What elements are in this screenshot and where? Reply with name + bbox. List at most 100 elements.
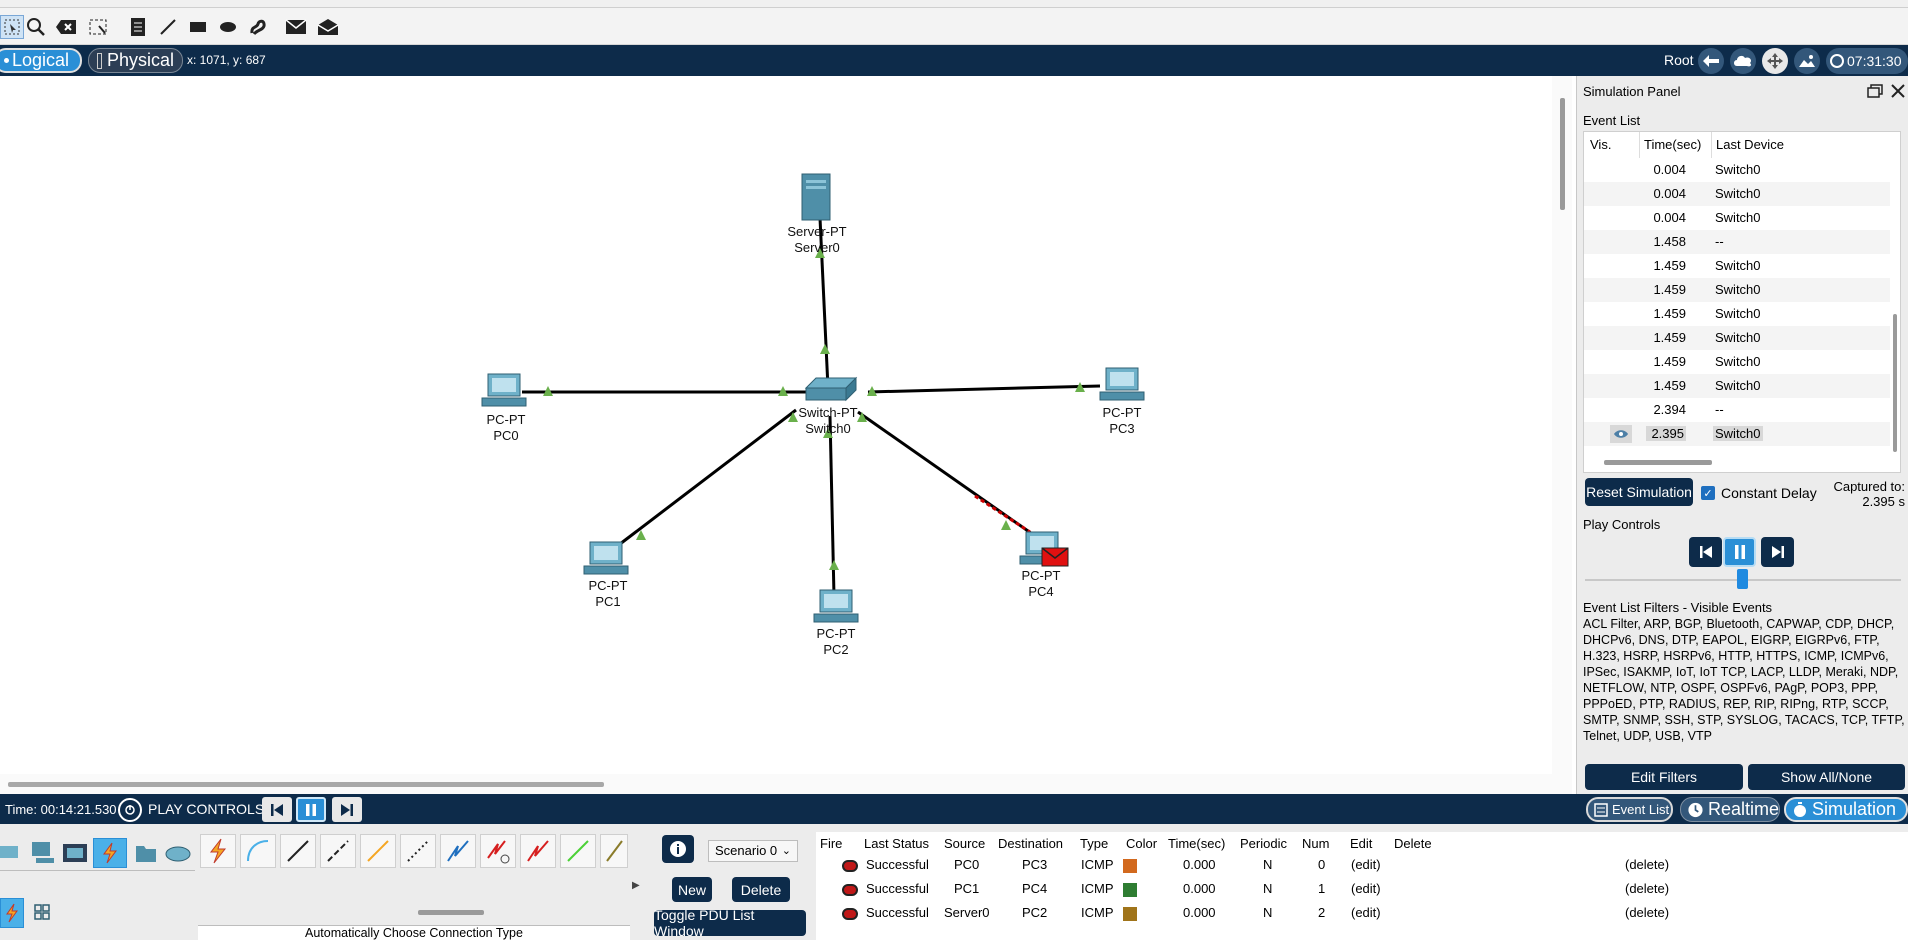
toggle-pdu-list-button[interactable]: Toggle PDU List Window: [654, 907, 806, 939]
column-header-last-device[interactable]: Last Device: [1712, 132, 1890, 158]
scroll-thumb[interactable]: [8, 782, 604, 787]
pdu-edit-link[interactable]: (edit): [1351, 881, 1381, 896]
fiber-cable-icon[interactable]: [360, 834, 396, 868]
console-cable-icon[interactable]: [240, 834, 276, 868]
tab-simulation[interactable]: Simulation: [1784, 797, 1908, 822]
pc0-icon[interactable]: [481, 373, 527, 407]
edit-filters-button[interactable]: Edit Filters: [1585, 764, 1743, 790]
pdu-envelope-icon[interactable]: [1041, 547, 1069, 567]
freeform-icon[interactable]: [246, 15, 270, 39]
scenario-dropdown[interactable]: Scenario 0 ⌄: [708, 840, 798, 862]
workspace-horizontal-scrollbar[interactable]: [0, 774, 1572, 794]
connection-types-scrollbar[interactable]: [418, 910, 484, 915]
event-row[interactable]: 0.004 Switch0: [1584, 206, 1890, 230]
forward-step-button[interactable]: [332, 797, 362, 822]
new-scenario-button[interactable]: New: [672, 877, 712, 902]
pdu-row[interactable]: Successful PC0 PC3 ICMP 0.000 N 0 (edit)…: [816, 854, 1908, 878]
scroll-thumb[interactable]: [1893, 314, 1897, 452]
delete-tool-icon[interactable]: [54, 15, 78, 39]
pause-button[interactable]: [1723, 537, 1756, 567]
pause-button[interactable]: [296, 797, 326, 822]
network-devices-icon[interactable]: [0, 842, 22, 865]
coaxial-cable-icon[interactable]: [440, 834, 476, 868]
event-row[interactable]: 1.459 Switch0: [1584, 374, 1890, 398]
workspace-vertical-scrollbar[interactable]: [1552, 76, 1572, 774]
cluster-cloud-icon[interactable]: [1730, 48, 1756, 74]
undock-icon[interactable]: [1867, 84, 1883, 101]
event-row[interactable]: 1.459 Switch0: [1584, 254, 1890, 278]
add-simple-pdu-icon[interactable]: [284, 15, 308, 39]
event-row[interactable]: 2.394 --: [1584, 398, 1890, 422]
fire-pdu-icon[interactable]: [842, 908, 858, 920]
multiuser-cloud-icon[interactable]: [164, 844, 192, 865]
pc2-icon[interactable]: [813, 589, 859, 623]
event-row[interactable]: 0.004 Switch0: [1584, 158, 1890, 182]
scenario-info-button[interactable]: [662, 835, 694, 863]
fire-pdu-icon[interactable]: [842, 884, 858, 896]
event-row[interactable]: 0.004 Switch0: [1584, 182, 1890, 206]
visible-eye-icon[interactable]: [1610, 425, 1632, 443]
pdu-delete-link[interactable]: (delete): [1625, 905, 1669, 920]
resize-shape-icon[interactable]: [86, 15, 110, 39]
power-cycle-icon[interactable]: [118, 798, 142, 822]
crossover-cable-icon[interactable]: [320, 834, 356, 868]
connections-subtype-icon[interactable]: [0, 898, 24, 928]
pc1-icon[interactable]: [583, 541, 629, 575]
end-devices-icon[interactable]: [30, 840, 56, 867]
components-icon[interactable]: [62, 842, 88, 867]
event-list-vertical-scrollbar[interactable]: [1890, 158, 1900, 472]
iot-custom-cable-icon[interactable]: [600, 834, 628, 868]
show-all-none-button[interactable]: Show All/None: [1748, 764, 1905, 790]
note-icon[interactable]: [126, 15, 150, 39]
pdu-row[interactable]: Successful PC1 PC4 ICMP 0.000 N 1 (edit)…: [816, 878, 1908, 902]
pdu-edit-link[interactable]: (edit): [1351, 857, 1381, 872]
serial-dce-cable-icon[interactable]: [480, 834, 516, 868]
fire-pdu-icon[interactable]: [842, 860, 858, 872]
event-row[interactable]: 1.459 Switch0: [1584, 278, 1890, 302]
draw-line-icon[interactable]: [156, 15, 180, 39]
move-viewport-icon[interactable]: [1762, 48, 1788, 74]
pdu-row[interactable]: Successful Server0 PC2 ICMP 0.000 N 2 (e…: [816, 902, 1908, 926]
scroll-thumb[interactable]: [1604, 460, 1712, 465]
delete-scenario-button[interactable]: Delete: [732, 877, 790, 902]
event-row[interactable]: 1.458 --: [1584, 230, 1890, 254]
event-row[interactable]: 1.459 Switch0: [1584, 326, 1890, 350]
select-tool-icon[interactable]: [0, 15, 24, 39]
scroll-thumb[interactable]: [1560, 98, 1565, 210]
event-list-table[interactable]: Vis. Time(sec) Last Device 0.004 Switch0 …: [1583, 131, 1901, 473]
auto-connection-icon[interactable]: [200, 834, 236, 868]
add-complex-pdu-icon[interactable]: [316, 15, 340, 39]
pdu-delete-link[interactable]: (delete): [1625, 857, 1669, 872]
draw-ellipse-icon[interactable]: [216, 15, 240, 39]
connections-icon[interactable]: [93, 838, 127, 868]
back-step-button[interactable]: [262, 797, 292, 822]
topology-canvas[interactable]: [0, 76, 1552, 774]
constant-delay-checkbox[interactable]: ✓: [1701, 486, 1715, 500]
physical-view-button[interactable]: Physical: [88, 48, 183, 73]
close-icon[interactable]: [1891, 84, 1905, 101]
back-icon[interactable]: [1698, 48, 1724, 74]
back-step-button[interactable]: [1689, 537, 1722, 567]
logical-workspace[interactable]: Server-PT Server0 PC-PT PC0 Switch-PT Sw…: [0, 76, 1552, 774]
grid-icon[interactable]: [34, 904, 50, 923]
tab-event-list[interactable]: Event List: [1586, 797, 1673, 822]
background-image-icon[interactable]: [1794, 48, 1820, 74]
forward-step-button[interactable]: [1761, 537, 1794, 567]
phone-cable-icon[interactable]: [400, 834, 436, 868]
event-row[interactable]: 1.459 Switch0: [1584, 302, 1890, 326]
pc3-icon[interactable]: [1099, 367, 1145, 401]
tab-realtime[interactable]: Realtime: [1680, 797, 1780, 822]
inspect-icon[interactable]: [24, 15, 48, 39]
logical-view-button[interactable]: Logical: [0, 48, 82, 73]
pdu-edit-link[interactable]: (edit): [1351, 905, 1381, 920]
miscellaneous-icon[interactable]: [134, 842, 158, 867]
draw-rectangle-icon[interactable]: [186, 15, 210, 39]
column-header-time[interactable]: Time(sec): [1640, 132, 1712, 158]
play-speed-slider[interactable]: [1737, 569, 1748, 589]
straight-through-cable-icon[interactable]: [280, 834, 316, 868]
switch0-icon[interactable]: [804, 376, 858, 402]
server0-icon[interactable]: [801, 173, 831, 221]
panel-splitter-arrow-icon[interactable]: ▶: [632, 880, 640, 891]
octal-cable-icon[interactable]: [560, 834, 596, 868]
pdu-delete-link[interactable]: (delete): [1625, 881, 1669, 896]
